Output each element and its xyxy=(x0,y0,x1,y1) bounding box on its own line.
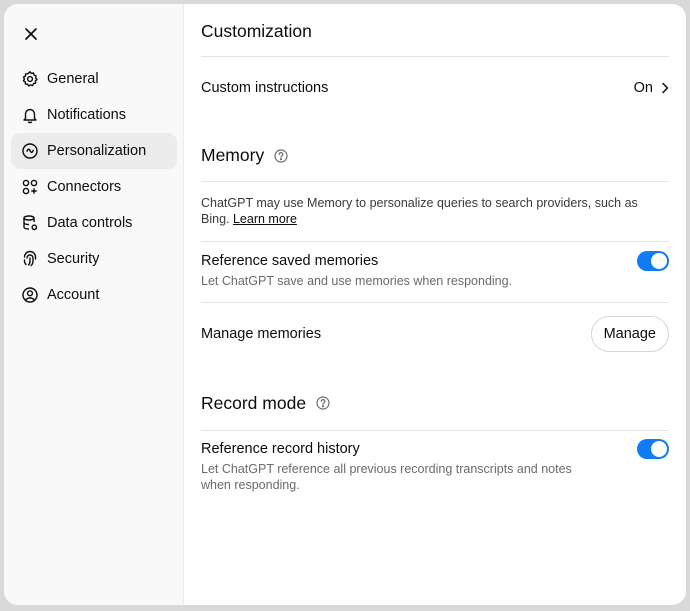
sidebar-item-label: Security xyxy=(47,251,100,267)
manage-memories-button[interactable]: Manage xyxy=(590,316,669,352)
sidebar-item-data-controls[interactable]: Data controls xyxy=(11,205,177,241)
personalization-icon xyxy=(21,142,39,160)
close-icon xyxy=(25,28,37,40)
connectors-icon xyxy=(21,178,39,196)
reference-saved-memories-subtitle: Let ChatGPT save and use memories when r… xyxy=(201,274,513,288)
sidebar-item-label: Data controls xyxy=(47,215,133,231)
database-icon xyxy=(21,214,39,232)
manage-memories-row: Manage memories Manage xyxy=(201,303,669,365)
user-circle-icon xyxy=(21,286,39,304)
settings-sidebar: General Notifications Personalization Co… xyxy=(4,4,184,605)
settings-nav: General Notifications Personalization Co… xyxy=(11,61,177,313)
custom-instructions-label: Custom instructions xyxy=(201,80,329,96)
settings-content: Customization Custom instructions On Mem… xyxy=(201,4,669,493)
sidebar-item-personalization[interactable]: Personalization xyxy=(11,133,177,169)
reference-saved-memories-toggle[interactable] xyxy=(637,251,669,271)
sidebar-item-label: General xyxy=(47,71,99,87)
page-title: Customization xyxy=(201,4,669,57)
sidebar-item-connectors[interactable]: Connectors xyxy=(11,169,177,205)
close-button[interactable] xyxy=(20,23,42,45)
sidebar-item-label: Account xyxy=(47,287,100,303)
memory-title: Memory xyxy=(201,145,265,165)
settings-dialog: General Notifications Personalization Co… xyxy=(4,4,686,605)
memory-section-header: Memory xyxy=(201,130,669,182)
sidebar-item-label: Personalization xyxy=(47,143,147,159)
reference-record-history-title: Reference record history xyxy=(201,441,360,457)
toggle-knob xyxy=(651,441,667,457)
settings-main: Customization Custom instructions On Mem… xyxy=(184,4,686,605)
chevron-right-icon xyxy=(662,82,669,94)
reference-record-history-subtitle: Let ChatGPT reference all previous recor… xyxy=(201,462,572,492)
sidebar-item-label: Notifications xyxy=(47,107,126,123)
learn-more-link[interactable]: Learn more xyxy=(233,212,297,226)
gear-icon xyxy=(21,70,39,88)
help-icon[interactable] xyxy=(316,396,330,410)
reference-saved-memories-row: Reference saved memories Let ChatGPT sav… xyxy=(201,242,669,303)
bell-icon xyxy=(21,106,39,124)
reference-saved-memories-title: Reference saved memories xyxy=(201,253,379,269)
custom-instructions-value: On xyxy=(633,80,653,96)
record-mode-section-header: Record mode xyxy=(201,376,669,431)
reference-record-history-toggle[interactable] xyxy=(637,439,669,459)
custom-instructions-row[interactable]: Custom instructions On xyxy=(201,57,669,119)
memory-description: ChatGPT may use Memory to personalize qu… xyxy=(201,182,669,242)
sidebar-item-label: Connectors xyxy=(47,179,122,195)
sidebar-item-notifications[interactable]: Notifications xyxy=(11,97,177,133)
sidebar-item-security[interactable]: Security xyxy=(11,241,177,277)
sidebar-item-general[interactable]: General xyxy=(11,61,177,97)
record-mode-title: Record mode xyxy=(201,392,307,413)
reference-record-history-row: Reference record history Let ChatGPT ref… xyxy=(201,431,669,493)
fingerprint-icon xyxy=(21,250,39,268)
toggle-knob xyxy=(651,253,667,269)
sidebar-item-account[interactable]: Account xyxy=(11,277,177,313)
manage-memories-label: Manage memories xyxy=(201,326,322,342)
help-icon[interactable] xyxy=(274,148,288,163)
